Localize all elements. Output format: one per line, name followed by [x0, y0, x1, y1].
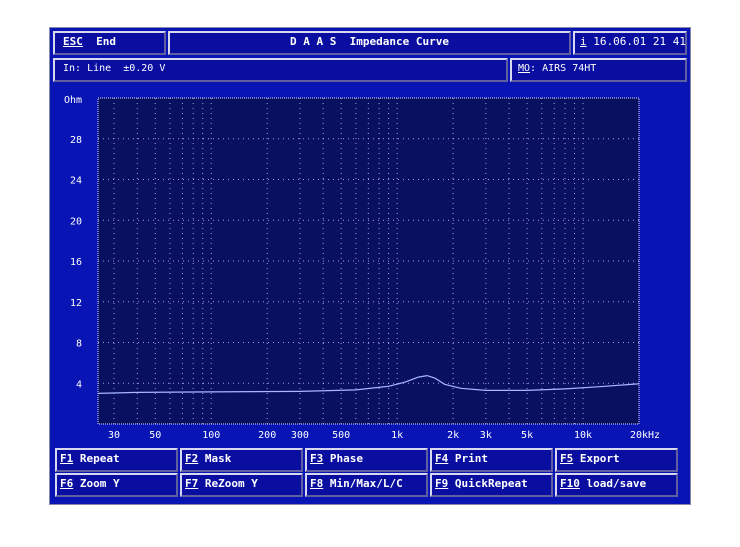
x-tick-label: 500	[332, 430, 350, 441]
fkey-key: F8	[310, 477, 324, 490]
fkey-label: Phase	[329, 452, 363, 465]
fkey-key: F9	[435, 477, 449, 490]
y-tick-label: 4	[76, 379, 82, 390]
function-key-f5[interactable]: F5 Export	[555, 448, 678, 472]
x-tick-label: 200	[258, 430, 276, 441]
fkey-label: Export	[579, 452, 620, 465]
fkey-key: F3	[310, 452, 324, 465]
fkey-label: Print	[454, 452, 488, 465]
y-tick-label: 24	[70, 176, 82, 187]
daas-window: ESC End D A A S Impedance Curve i 16.06.…	[49, 27, 691, 505]
fkey-label: Repeat	[79, 452, 120, 465]
impedance-chart: 4 8 12 16 20 24 28 Ohm 30 50 100 200 300 500 1k 2k 3k 5k 1…	[64, 95, 660, 441]
fkey-label: ReZoom Y	[204, 477, 258, 490]
function-key-f2[interactable]: F2 Mask	[180, 448, 303, 472]
y-tick-label: 12	[70, 298, 82, 309]
x-tick-label: 20kHz	[630, 430, 660, 441]
y-tick-label: 20	[70, 216, 82, 227]
fkey-key: F4	[435, 452, 449, 465]
function-key-f4[interactable]: F4 Print	[430, 448, 553, 472]
function-key-f10[interactable]: F10 load/save	[555, 473, 678, 497]
y-axis-label: Ohm	[64, 95, 82, 106]
function-key-f9[interactable]: F9 QuickRepeat	[430, 473, 553, 497]
x-tick-label: 100	[202, 430, 220, 441]
x-tick-label: 2k	[447, 430, 459, 441]
y-tick-label: 28	[70, 135, 82, 146]
fkey-key: F2	[185, 452, 199, 465]
x-tick-label: 30	[108, 430, 120, 441]
x-tick-label: 10k	[574, 430, 592, 441]
fkey-label: Zoom Y	[79, 477, 120, 490]
x-tick-label: 5k	[521, 430, 533, 441]
function-key-f7[interactable]: F7 ReZoom Y	[180, 473, 303, 497]
function-key-f8[interactable]: F8 Min/Max/L/C	[305, 473, 428, 497]
fkey-label: Mask	[204, 452, 232, 465]
y-tick-label: 16	[70, 257, 82, 268]
x-tick-label: 300	[291, 430, 309, 441]
x-tick-label: 1k	[391, 430, 403, 441]
fkey-label: Min/Max/L/C	[329, 477, 403, 490]
y-tick-label: 8	[76, 339, 82, 350]
fkey-label: QuickRepeat	[454, 477, 528, 490]
fkey-key: F5	[560, 452, 574, 465]
function-key-f6[interactable]: F6 Zoom Y	[55, 473, 178, 497]
function-key-f3[interactable]: F3 Phase	[305, 448, 428, 472]
fkey-key: F1	[60, 452, 74, 465]
function-key-f1[interactable]: F1 Repeat	[55, 448, 178, 472]
fkey-key: F10	[560, 477, 580, 490]
fkey-label: load/save	[586, 477, 647, 490]
fkey-key: F7	[185, 477, 199, 490]
fkey-key: F6	[60, 477, 74, 490]
x-tick-label: 50	[149, 430, 161, 441]
x-tick-label: 3k	[480, 430, 492, 441]
